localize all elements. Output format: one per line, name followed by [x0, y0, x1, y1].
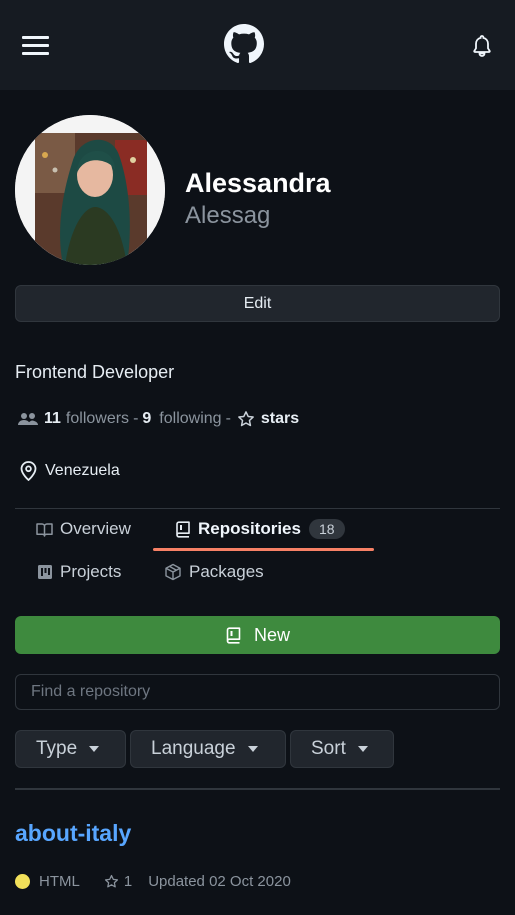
repository-meta: HTML 1 Updated 02 Oct 2020: [15, 873, 291, 890]
repo-icon: [226, 626, 241, 644]
repository-star-count: 1: [123, 873, 133, 890]
active-tab-indicator: [153, 548, 374, 551]
github-logo-icon[interactable]: [224, 24, 264, 64]
location-text: Venezuela: [45, 462, 120, 479]
package-icon: [165, 563, 181, 581]
edit-profile-button[interactable]: Edit: [15, 285, 500, 322]
repository-updated: Updated 02 Oct 2020: [148, 873, 291, 890]
tab-repositories-label: Repositories: [198, 519, 301, 538]
avatar-photo: [15, 115, 165, 265]
following-link[interactable]: following: [159, 410, 221, 428]
tab-projects-label: Projects: [60, 562, 122, 581]
tabs-top-divider: [15, 508, 500, 509]
chevron-down-icon: [247, 746, 258, 752]
repository-list-divider: [15, 788, 500, 790]
language-filter-label: Language: [151, 738, 236, 759]
tab-packages[interactable]: Packages: [164, 562, 264, 582]
profile-bio: Frontend Developer: [15, 362, 175, 382]
hamburger-icon[interactable]: [22, 36, 49, 56]
chevron-down-icon: [89, 746, 100, 752]
profile-username: Alessag: [185, 202, 271, 229]
tab-repositories[interactable]: Repositories 18: [175, 519, 345, 539]
repositories-count-badge: 18: [308, 519, 345, 539]
profile-name: Alessandra: [185, 168, 331, 198]
sort-filter-dropdown[interactable]: Sort: [290, 730, 394, 768]
followers-count[interactable]: 11: [44, 410, 61, 428]
profile-location: Venezuela: [20, 461, 120, 481]
repository-name-link[interactable]: about-italy: [15, 820, 131, 847]
project-icon: [38, 565, 52, 579]
star-icon: [238, 411, 254, 427]
sort-filter-label: Sort: [311, 738, 346, 759]
top-navigation-bar: [0, 0, 515, 90]
profile-stats: 11 followers - 9 following - stars: [18, 410, 299, 428]
tab-packages-label: Packages: [189, 562, 264, 581]
repo-icon: [176, 520, 190, 538]
people-icon: [18, 413, 38, 425]
star-icon: [104, 874, 118, 888]
chevron-down-icon: [357, 746, 368, 752]
new-repository-button[interactable]: New: [15, 616, 500, 654]
language-filter-dropdown[interactable]: Language: [130, 730, 286, 768]
stats-separator: -: [225, 410, 231, 427]
repository-stars[interactable]: 1: [104, 873, 132, 890]
following-count[interactable]: 9: [142, 410, 151, 428]
stars-link[interactable]: stars: [261, 410, 299, 428]
find-repository-input[interactable]: [15, 674, 500, 710]
tab-projects[interactable]: Projects: [37, 562, 121, 582]
tab-overview-label: Overview: [60, 519, 131, 538]
repository-language: HTML: [39, 873, 80, 890]
avatar[interactable]: [15, 115, 165, 265]
type-filter-label: Type: [36, 738, 78, 759]
type-filter-dropdown[interactable]: Type: [15, 730, 126, 768]
bell-icon[interactable]: [470, 34, 494, 58]
language-color-dot: [15, 874, 30, 889]
book-open-icon: [36, 522, 53, 537]
tab-overview[interactable]: Overview: [36, 519, 131, 539]
stats-separator: -: [133, 410, 139, 427]
followers-link[interactable]: followers: [66, 410, 129, 428]
new-repository-label: New: [253, 624, 290, 645]
location-pin-icon: [20, 461, 37, 481]
